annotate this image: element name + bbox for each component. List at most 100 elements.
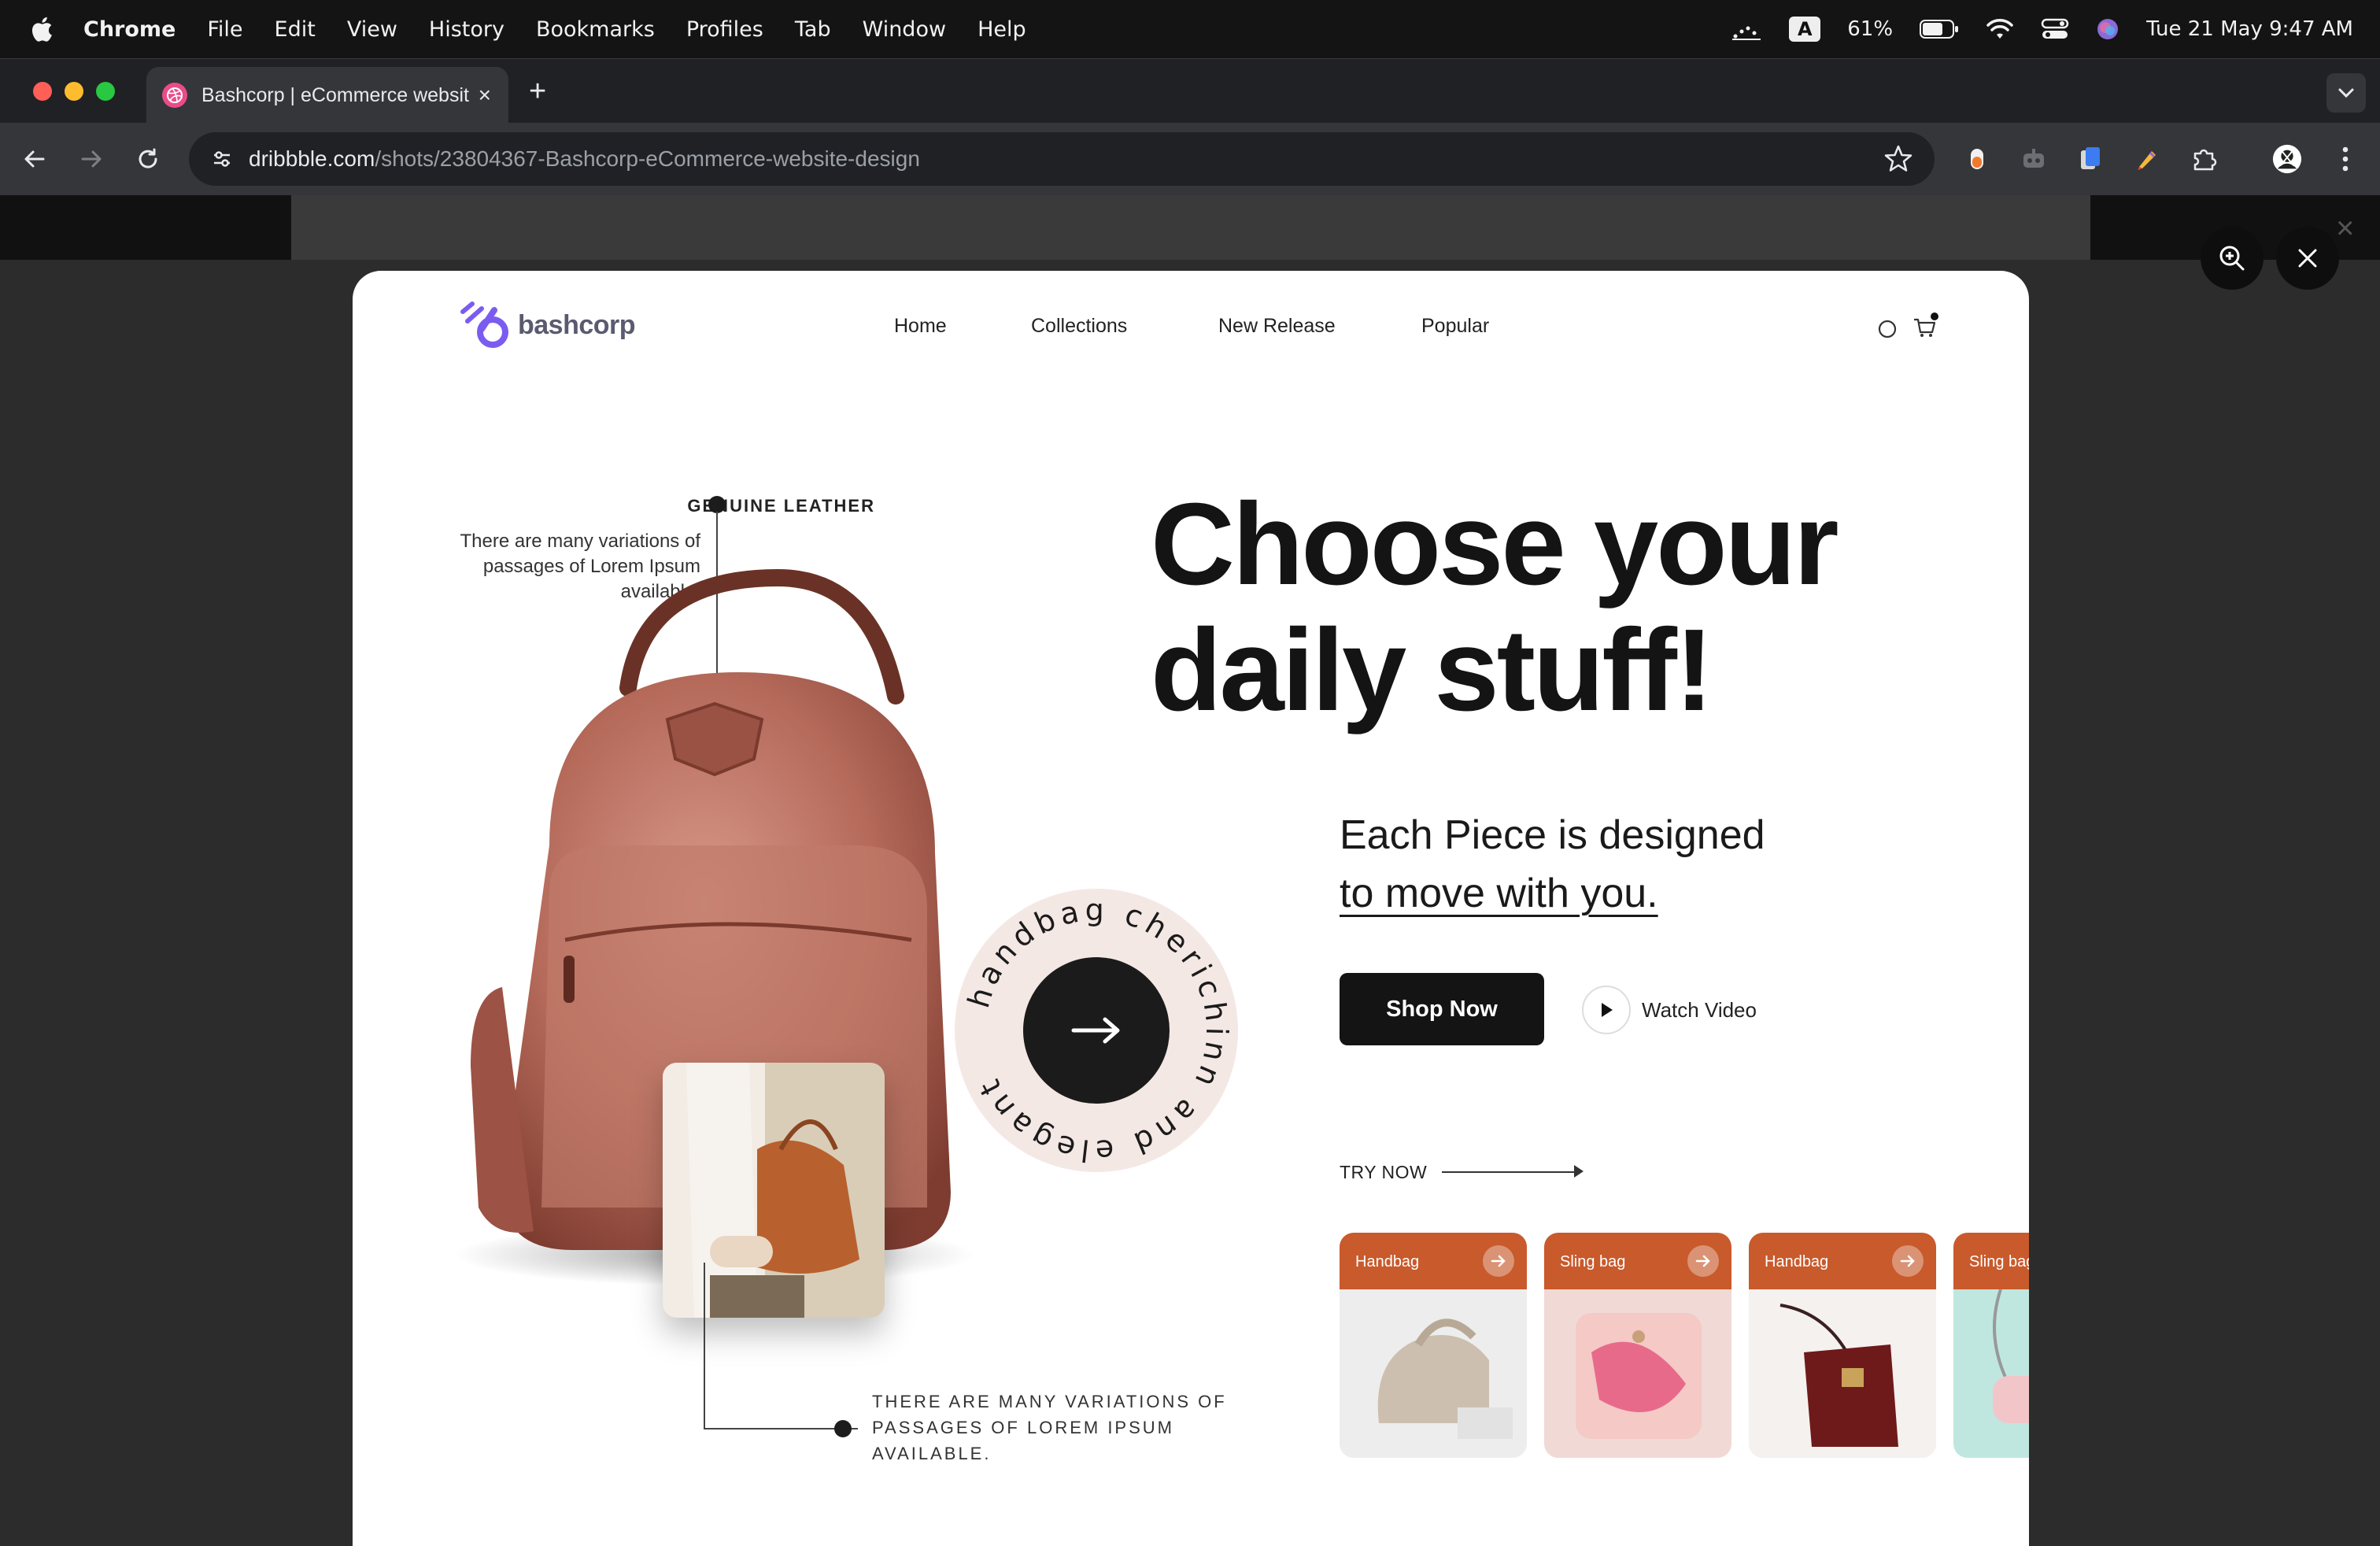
page-header-strip: [291, 195, 2090, 260]
watch-video-button[interactable]: Watch Video: [1582, 986, 1757, 1034]
bookmark-star-icon[interactable]: [1883, 143, 1914, 175]
shot-image: bashcorp Home Collections New Release Po…: [353, 271, 2029, 1546]
hero-headline: Choose your daily stuff!: [1151, 479, 1839, 735]
logo-text: bashcorp: [518, 309, 636, 340]
bottom-callout-line: [704, 1263, 705, 1428]
menu-profiles[interactable]: Profiles: [686, 17, 763, 42]
control-center-icon[interactable]: [2041, 17, 2069, 41]
menu-history[interactable]: History: [429, 17, 504, 42]
dribbble-favicon-icon: [162, 83, 187, 108]
screen-share-icon[interactable]: [1731, 17, 1762, 41]
pink-sling-bag-image: [1544, 1289, 1731, 1458]
browser-menu-kebab-icon[interactable]: [2330, 143, 2361, 175]
try-now-label[interactable]: TRY NOW: [1340, 1162, 1427, 1183]
cart-icon[interactable]: [1911, 312, 1939, 340]
window-minimize-button[interactable]: [65, 82, 83, 101]
menu-help[interactable]: Help: [978, 17, 1026, 42]
menu-bookmarks[interactable]: Bookmarks: [536, 17, 655, 42]
new-tab-button[interactable]: +: [529, 76, 546, 106]
beige-handbag-image: [1340, 1289, 1527, 1458]
extension-orange-icon[interactable]: [1961, 143, 1993, 175]
extension-pen-icon[interactable]: [2131, 143, 2163, 175]
try-now-line: [1442, 1171, 1577, 1173]
zoom-in-icon: [2219, 246, 2245, 271]
browser-toolbar: dribbble.com/shots/23804367-Bashcorp-eCo…: [0, 123, 2380, 195]
menu-edit[interactable]: Edit: [275, 17, 316, 42]
input-source-badge[interactable]: A: [1789, 17, 1821, 42]
search-icon[interactable]: [1876, 318, 1898, 340]
menu-view[interactable]: View: [347, 17, 397, 42]
menu-window[interactable]: Window: [863, 17, 946, 42]
menu-app-chrome[interactable]: Chrome: [83, 17, 176, 42]
hero-subheading: Each Piece is designed to move with you.: [1340, 806, 1765, 923]
product-card-sling-bag-2[interactable]: Sling bag: [1953, 1233, 2029, 1458]
url-path: /shots/23804367-Bashcorp-eCommerce-websi…: [375, 146, 920, 171]
extension-docs-icon[interactable]: [2075, 143, 2106, 175]
hero-headline-line-2: daily stuff!: [1151, 605, 1713, 735]
battery-percent: 61%: [1847, 17, 1894, 41]
reload-icon: [139, 148, 157, 168]
extensions-puzzle-icon[interactable]: [2188, 143, 2219, 175]
tab-title: Bashcorp | eCommerce website design: [201, 83, 469, 106]
shop-now-button[interactable]: Shop Now: [1340, 973, 1544, 1045]
arrow-right-icon[interactable]: [1687, 1245, 1719, 1277]
nav-popular[interactable]: Popular: [1421, 315, 1489, 338]
mint-sling-bag-image: [1953, 1289, 2029, 1458]
battery-icon[interactable]: [1920, 19, 1959, 39]
subheading-line-2: to move with you.: [1340, 871, 1658, 916]
page-header-strip-left: [0, 195, 291, 260]
extension-robot-icon[interactable]: [2018, 143, 2049, 175]
reload-button[interactable]: [132, 143, 164, 175]
nav-home[interactable]: Home: [894, 315, 947, 338]
product-label: Handbag: [1355, 1253, 1420, 1270]
bottom-callout-dot: [834, 1420, 852, 1437]
product-card-sling-bag-1[interactable]: Sling bag: [1544, 1233, 1731, 1458]
bottom-callout-text: THERE ARE MANY VARIATIONS OF PASSAGES OF…: [872, 1392, 1227, 1463]
hero-headline-line-1: Choose your: [1151, 479, 1839, 609]
bashcorp-logo[interactable]: bashcorp: [458, 301, 636, 350]
macos-menu-bar: Chrome File Edit View History Bookmarks …: [0, 0, 2380, 58]
back-button[interactable]: [19, 143, 50, 175]
url-text[interactable]: dribbble.com/shots/23804367-Bashcorp-eCo…: [249, 146, 920, 172]
arrow-right-icon: [81, 150, 102, 168]
try-now-arrow-icon: [1574, 1165, 1584, 1178]
menu-file[interactable]: File: [207, 17, 242, 42]
tab-close-icon[interactable]: ×: [479, 83, 491, 108]
site-info-icon[interactable]: [206, 143, 238, 175]
nav-new-release[interactable]: New Release: [1218, 315, 1336, 338]
arrow-right-icon: [1071, 1017, 1120, 1044]
window-close-button[interactable]: [33, 82, 52, 101]
nav-collections[interactable]: Collections: [1031, 315, 1127, 338]
arrow-left-icon: [24, 150, 45, 168]
burgundy-handbag-image: [1749, 1289, 1936, 1458]
forward-button[interactable]: [76, 143, 107, 175]
browser-tab-strip: Bashcorp | eCommerce website design × +: [0, 58, 2380, 124]
subheading-line-1: Each Piece is designed: [1340, 812, 1765, 858]
genuine-leather-title: GENUINE LEATHER: [687, 496, 875, 516]
menu-tab[interactable]: Tab: [795, 17, 831, 42]
window-zoom-button[interactable]: [96, 82, 115, 101]
product-card-handbag-1[interactable]: Handbag: [1340, 1233, 1527, 1458]
tab-search-button[interactable]: [2326, 73, 2366, 113]
apple-logo-icon[interactable]: [30, 16, 54, 43]
play-icon: [1582, 986, 1631, 1034]
clock-datetime[interactable]: Tue 21 May 9:47 AM: [2146, 17, 2353, 41]
wifi-icon[interactable]: [1986, 18, 2014, 40]
siri-icon[interactable]: [2096, 17, 2119, 41]
close-shot-button[interactable]: [2276, 227, 2339, 290]
address-bar[interactable]: dribbble.com/shots/23804367-Bashcorp-eCo…: [189, 132, 1935, 186]
callout-dot: [708, 496, 726, 513]
zoom-in-button[interactable]: [2201, 227, 2264, 290]
arrow-right-icon[interactable]: [1483, 1245, 1514, 1277]
browser-tab-active[interactable]: Bashcorp | eCommerce website design ×: [146, 67, 508, 124]
product-label: Sling bag: [1969, 1253, 2029, 1270]
product-card-handbag-2[interactable]: Handbag: [1749, 1233, 1936, 1458]
explore-arrow-button[interactable]: [1023, 957, 1170, 1104]
arrow-right-icon[interactable]: [1892, 1245, 1924, 1277]
status-area: A 61% Tue 21 May 9:47 AM: [1731, 0, 2353, 58]
product-label: Sling bag: [1560, 1253, 1626, 1270]
chevron-down-icon: [2338, 88, 2354, 98]
overlay-dismiss-icon[interactable]: ×: [2336, 211, 2354, 246]
url-host: dribbble.com: [249, 146, 375, 171]
profile-avatar[interactable]: [2271, 143, 2303, 175]
